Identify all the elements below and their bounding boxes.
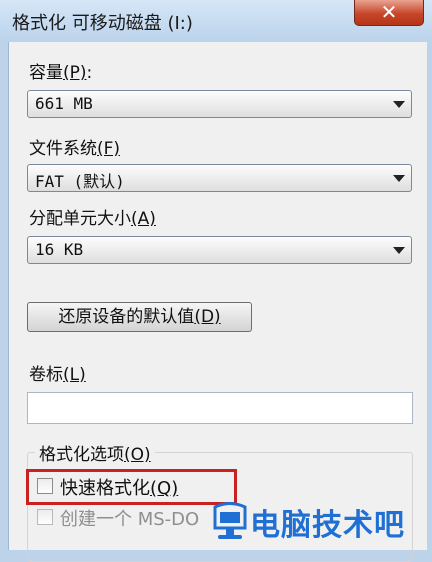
computer-logo-icon xyxy=(213,502,247,539)
capacity-label: 容量(P): xyxy=(29,63,93,83)
close-icon: ✕ xyxy=(380,0,398,24)
msdos-startup-label: 创建一个 MS-DO xyxy=(60,509,200,530)
chevron-down-icon xyxy=(393,175,405,182)
window-title: 格式化 可移动磁盘 (I:) xyxy=(12,13,193,34)
allocation-size-dropdown[interactable]: 16 KB xyxy=(27,236,412,264)
close-button[interactable]: ✕ xyxy=(354,0,424,26)
chevron-down-icon xyxy=(393,247,405,254)
msdos-startup-checkbox xyxy=(37,509,53,525)
format-dialog-body: 容量(P): 661 MB 文件系统(F) FAT (默认) 分配单元大小(A)… xyxy=(8,42,427,562)
chevron-down-icon xyxy=(393,101,405,108)
quick-format-highlight-box xyxy=(26,469,237,505)
title-bar: 格式化 可移动磁盘 (I:) ✕ xyxy=(0,0,432,40)
filesystem-label: 文件系统(F) xyxy=(29,139,121,159)
capacity-value: 661 MB xyxy=(35,94,93,113)
restore-defaults-button[interactable]: 还原设备的默认值(D) xyxy=(27,302,252,332)
volume-label-label: 卷标(L) xyxy=(29,365,86,385)
capacity-dropdown[interactable]: 661 MB xyxy=(27,90,412,118)
filesystem-dropdown[interactable]: FAT (默认) xyxy=(27,164,412,192)
watermark: 电脑技术吧 xyxy=(212,494,432,550)
volume-label-input[interactable] xyxy=(27,392,413,424)
filesystem-value: FAT (默认) xyxy=(35,172,125,191)
allocation-size-value: 16 KB xyxy=(35,240,84,259)
allocation-size-label: 分配单元大小(A) xyxy=(29,209,156,229)
format-options-title: 格式化选项(O) xyxy=(35,440,155,465)
watermark-text: 电脑技术吧 xyxy=(250,508,405,543)
